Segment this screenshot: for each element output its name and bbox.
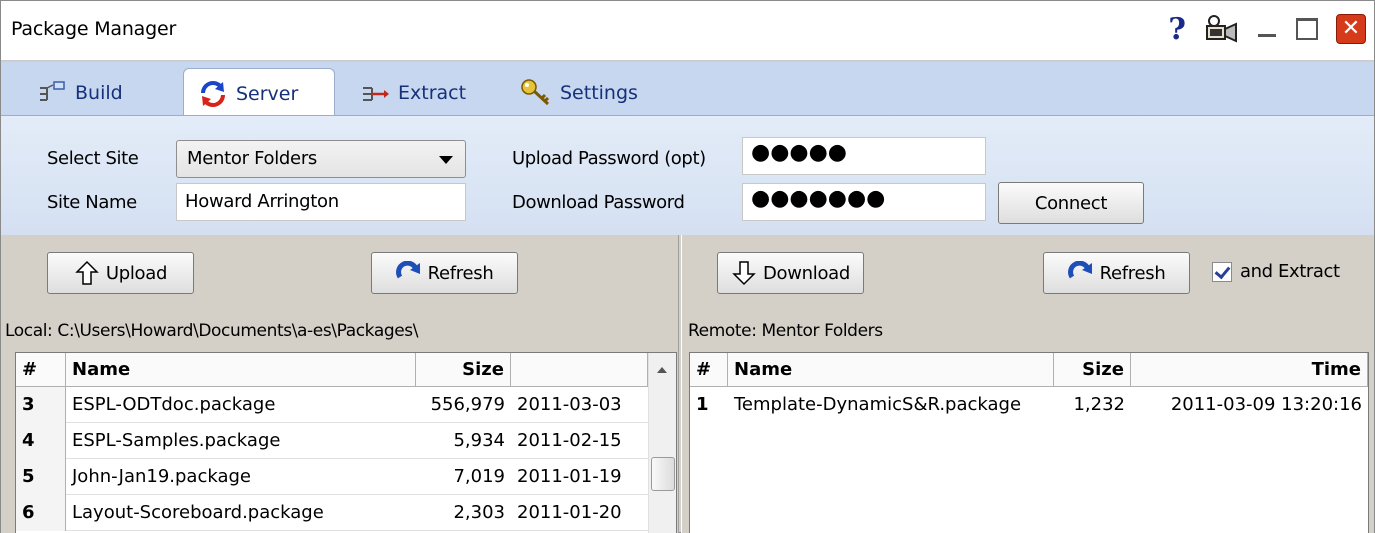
- tab-settings-label: Settings: [560, 81, 638, 104]
- chevron-down-icon: [439, 156, 453, 164]
- refresh-icon: [1067, 261, 1092, 279]
- download-password-label: Download Password: [512, 192, 685, 213]
- column-header-date[interactable]: [511, 353, 648, 387]
- column-header-size[interactable]: Size: [416, 353, 511, 387]
- scroll-thumb[interactable]: [651, 457, 675, 491]
- title-bar-controls: ? ✕: [1168, 9, 1366, 49]
- column-header-name[interactable]: Name: [66, 353, 416, 387]
- file-time: 2011-03-09 13:20:16: [1170, 394, 1362, 415]
- file-date: 2011-01-20: [517, 502, 622, 523]
- remote-table-body: 1 Template-DynamicS&R.package 1,232 2011…: [690, 387, 1368, 423]
- upload-password-label: Upload Password (opt): [512, 148, 706, 169]
- tab-extract[interactable]: Extract: [346, 70, 480, 115]
- remote-refresh-button[interactable]: Refresh: [1043, 252, 1190, 294]
- tab-settings[interactable]: Settings: [506, 70, 652, 115]
- file-size: 556,979: [430, 394, 505, 415]
- upload-button[interactable]: Upload: [47, 252, 194, 294]
- upload-password-field[interactable]: ●●●●●: [742, 137, 986, 175]
- select-site-value: Mentor Folders: [187, 148, 318, 169]
- row-number: 1: [690, 387, 728, 423]
- table-row[interactable]: 3 ESPL-ODTdoc.package 556,979 2011-03-03: [16, 387, 648, 423]
- site-name-field[interactable]: Howard Arrington: [176, 183, 466, 221]
- scroll-up-icon[interactable]: [657, 367, 667, 373]
- table-row[interactable]: 4 ESPL-Samples.package 5,934 2011-02-15: [16, 423, 648, 459]
- row-number: 4: [16, 423, 66, 459]
- arrow-down-icon: [732, 261, 756, 286]
- file-size: 1,232: [1073, 394, 1125, 415]
- tab-server-label: Server: [236, 82, 299, 105]
- remote-pane: Download Refresh and Extract Remote: Men…: [681, 235, 1374, 533]
- select-site-label: Select Site: [47, 148, 139, 169]
- column-header-time[interactable]: Time: [1131, 353, 1368, 387]
- sync-icon: [201, 80, 225, 107]
- file-name: Template-DynamicS&R.package: [734, 394, 1022, 415]
- table-row[interactable]: 6 Layout-Scoreboard.package 2,303 2011-0…: [16, 495, 648, 531]
- row-number: 6: [16, 495, 66, 531]
- file-name: John-Jan19.package: [72, 466, 251, 487]
- local-pane: Upload Refresh Local: C:\Users\Howard\Do…: [1, 235, 679, 533]
- file-date: 2011-03-03: [517, 394, 622, 415]
- extract-checkbox-label: and Extract: [1240, 261, 1340, 282]
- local-table-body: 3 ESPL-ODTdoc.package 556,979 2011-03-03…: [16, 387, 648, 531]
- refresh-icon: [395, 261, 420, 279]
- tab-server[interactable]: Server: [183, 68, 335, 118]
- local-file-table: # Name Size 3 ESPL-ODTdoc.package 556,97…: [15, 352, 677, 533]
- tab-build-label: Build: [75, 81, 123, 104]
- file-name: Layout-Scoreboard.package: [72, 502, 324, 523]
- table-row[interactable]: 1 Template-DynamicS&R.package 1,232 2011…: [690, 387, 1368, 423]
- local-refresh-button[interactable]: Refresh: [371, 252, 518, 294]
- key-icon: [521, 78, 550, 105]
- title-bar: Package Manager ? ✕: [1, 1, 1374, 61]
- column-header-number[interactable]: #: [16, 353, 66, 387]
- local-scrollbar[interactable]: [648, 353, 676, 533]
- local-path: Local: C:\Users\Howard\Documents\a-es\Pa…: [5, 321, 419, 341]
- table-row[interactable]: 5 John-Jan19.package 7,019 2011-01-19: [16, 459, 648, 495]
- file-date: 2011-02-15: [517, 430, 622, 451]
- download-button[interactable]: Download: [717, 252, 864, 294]
- file-name: ESPL-ODTdoc.package: [72, 394, 276, 415]
- remote-refresh-label: Refresh: [1099, 262, 1166, 284]
- row-number: 5: [16, 459, 66, 495]
- tab-build[interactable]: Build: [23, 70, 137, 115]
- package-manager-window: Package Manager ? ✕ Build Server Extract…: [0, 0, 1375, 533]
- select-site-dropdown[interactable]: Mentor Folders: [176, 140, 466, 178]
- local-refresh-label: Refresh: [427, 262, 494, 284]
- extract-icon: [363, 86, 389, 101]
- download-button-label: Download: [762, 262, 851, 284]
- build-icon: [40, 80, 65, 101]
- column-header-size[interactable]: Size: [1054, 353, 1131, 387]
- file-size: 7,019: [453, 466, 505, 487]
- file-size: 5,934: [453, 430, 505, 451]
- help-icon[interactable]: ?: [1168, 12, 1186, 47]
- site-name-label: Site Name: [47, 192, 137, 213]
- tab-extract-label: Extract: [398, 81, 467, 104]
- close-icon[interactable]: ✕: [1336, 14, 1366, 44]
- remote-file-table: # Name Size Time 1 Template-DynamicS&R.p…: [689, 352, 1369, 533]
- extract-checkbox[interactable]: [1212, 262, 1232, 282]
- table-header: # Name Size Time: [690, 353, 1368, 387]
- row-number: 3: [16, 387, 66, 423]
- download-password-field[interactable]: ●●●●●●●: [742, 183, 986, 221]
- file-size: 2,303: [453, 502, 505, 523]
- window-title: Package Manager: [11, 18, 177, 40]
- remote-path: Remote: Mentor Folders: [688, 321, 883, 341]
- server-options-panel: Select Site Mentor Folders Site Name How…: [1, 115, 1374, 235]
- connect-button[interactable]: Connect: [998, 182, 1144, 224]
- maximize-icon[interactable]: [1296, 18, 1318, 40]
- upload-button-label: Upload: [105, 262, 168, 284]
- file-date: 2011-01-19: [517, 466, 622, 487]
- column-header-number[interactable]: #: [690, 353, 728, 387]
- arrow-up-icon: [75, 260, 99, 285]
- column-header-name[interactable]: Name: [728, 353, 1054, 387]
- connect-button-label: Connect: [1034, 192, 1108, 214]
- table-header: # Name Size: [16, 353, 648, 387]
- file-name: ESPL-Samples.package: [72, 430, 281, 451]
- minimize-icon[interactable]: [1256, 18, 1278, 40]
- webcam-icon[interactable]: [1204, 13, 1238, 45]
- tab-strip: Build Server Extract Settings: [1, 62, 1374, 118]
